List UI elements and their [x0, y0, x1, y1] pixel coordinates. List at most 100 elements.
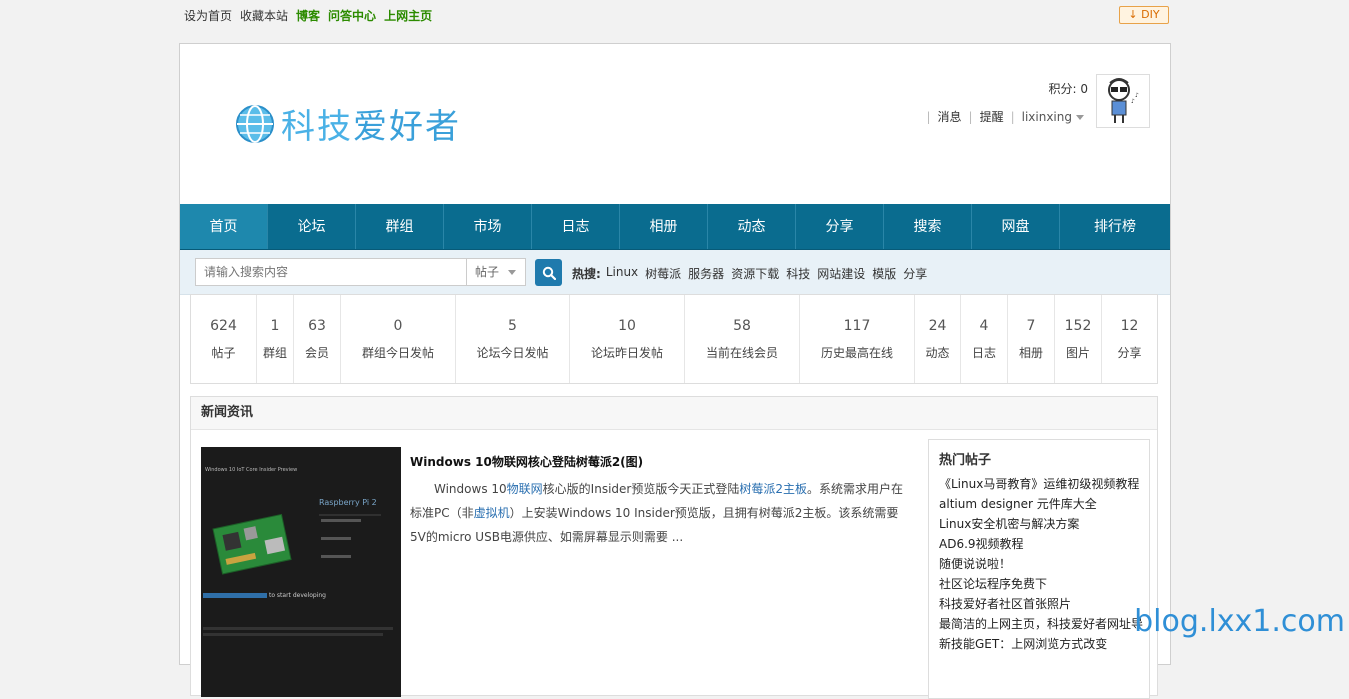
logo-text: 科技爱好者: [281, 99, 461, 148]
search-type-value: 帖子: [475, 265, 500, 279]
hot-term[interactable]: Linux: [606, 265, 638, 282]
image-cta: to start developing: [269, 592, 326, 599]
avatar[interactable]: ♪ ♪: [1096, 74, 1150, 128]
hot-term[interactable]: 模版: [872, 265, 896, 282]
stat-groups: 1 群组: [257, 295, 294, 383]
news-link-vm[interactable]: 虚拟机: [474, 506, 510, 520]
search-input[interactable]: [195, 258, 466, 286]
nav-netdisk[interactable]: 网盘: [972, 204, 1060, 249]
list-item[interactable]: AD6.9视频教程: [939, 534, 1149, 554]
stat-number: 5: [508, 317, 517, 334]
bookmark-link[interactable]: 收藏本站: [240, 7, 288, 24]
hot-term[interactable]: 服务器: [688, 265, 724, 282]
nav-feed[interactable]: 动态: [708, 204, 796, 249]
image-caption: Windows 10 IoT Core Insider Preview: [205, 467, 297, 473]
site-stats: 624 帖子 1 群组 63 会员 0 群组今日发帖 5 论坛今日发帖 10 论坛昨日发帖 …: [190, 294, 1158, 384]
news-text: 核心版的Insider预览版今天正式登陆: [542, 482, 740, 496]
hot-posts-title: 热门帖子: [939, 453, 992, 468]
stat-number: 4: [979, 317, 989, 334]
hot-term[interactable]: 分享: [903, 265, 927, 282]
hot-post-title: 《Linux马哥教育》运维初级视频教程: [939, 477, 1140, 491]
stat-label: 当前在线会员: [705, 345, 778, 360]
raspberry-pi-image: Windows 10 IoT Core Insider Preview Rasp…: [201, 447, 401, 697]
main-container: 科技爱好者 积分: 0 | 消息 | 提醒 | lixinxing ♪ ♪ 首页…: [179, 43, 1171, 699]
stat-label: 论坛昨日发帖: [590, 345, 663, 360]
list-item[interactable]: 最简洁的上网主页，科技爱好者网址导: [939, 614, 1149, 634]
set-homepage-link[interactable]: 设为首页: [184, 7, 232, 24]
hot-term[interactable]: 树莓派: [645, 265, 681, 282]
list-item[interactable]: 《Linux马哥教育》运维初级视频教程: [939, 474, 1149, 494]
hot-post-title: Linux安全机密与解决方案: [939, 517, 1080, 531]
nav-share[interactable]: 分享: [796, 204, 884, 249]
site-logo[interactable]: 科技爱好者: [235, 99, 461, 148]
stat-forum-yesterday: 10 论坛昨日发帖: [570, 295, 685, 383]
web-home-link[interactable]: 上网主页: [384, 7, 432, 24]
news-link-rpi2[interactable]: 树莓派2主板: [739, 482, 807, 496]
hot-posts-list: 《Linux马哥教育》运维初级视频教程 altium designer 元件库大…: [929, 474, 1149, 654]
nav-groups[interactable]: 群组: [356, 204, 444, 249]
stat-members: 63 会员: [294, 295, 341, 383]
messages-link[interactable]: 消息: [938, 108, 962, 125]
user-area: 积分: 0 | 消息 | 提醒 | lixinxing ♪ ♪: [850, 74, 1150, 134]
list-item[interactable]: 新技能GET：上网浏览方式改变: [939, 634, 1149, 654]
stat-shares: 12 分享: [1102, 295, 1157, 383]
hot-term[interactable]: 网站建设: [817, 265, 865, 282]
search-icon: [542, 266, 556, 280]
list-item[interactable]: altium designer 元件库大全: [939, 494, 1149, 514]
hot-post-title: 新技能GET：上网浏览方式改变: [939, 637, 1108, 651]
stat-number: 12: [1120, 317, 1139, 334]
hot-post-title: AD6.9视频教程: [939, 537, 1024, 551]
username-menu[interactable]: lixinxing: [1022, 110, 1084, 124]
nav-search[interactable]: 搜索: [884, 204, 972, 249]
top-links: 设为首页 收藏本站 博客 问答中心 上网主页: [184, 7, 432, 24]
nav-album[interactable]: 相册: [620, 204, 708, 249]
stat-number: 117: [843, 317, 871, 334]
search-button[interactable]: [535, 259, 562, 286]
nav-home[interactable]: 首页: [180, 204, 268, 249]
reminders-link[interactable]: 提醒: [980, 108, 1004, 125]
stat-label: 群组今日发帖: [361, 345, 434, 360]
score-text: 积分: 0: [1048, 82, 1089, 96]
news-panel: 新闻资讯 Windows 10 IoT Core Insider Preview…: [190, 396, 1158, 699]
nav-market[interactable]: 市场: [444, 204, 532, 249]
svg-text:♪: ♪: [1131, 98, 1135, 105]
nav-forum[interactable]: 论坛: [268, 204, 356, 249]
stat-label: 论坛今日发帖: [476, 345, 549, 360]
stat-number: 63: [308, 317, 326, 334]
nav-blog[interactable]: 日志: [532, 204, 620, 249]
separator: |: [926, 109, 931, 124]
diy-button[interactable]: ↓ DIY: [1119, 6, 1169, 24]
download-arrow-icon: ↓: [1128, 8, 1138, 21]
stat-label: 动态: [925, 345, 950, 360]
blog-link[interactable]: 博客: [296, 7, 320, 24]
stat-label: 群组: [262, 345, 287, 360]
news-text: Windows 10: [434, 482, 507, 496]
hot-term[interactable]: 资源下载: [731, 265, 779, 282]
nav-ranking[interactable]: 排行榜: [1060, 204, 1170, 249]
stat-number: 0: [393, 317, 403, 334]
stat-albums: 7 相册: [1008, 295, 1055, 383]
stat-label: 历史最高在线: [820, 345, 893, 360]
stat-forum-today: 5 论坛今日发帖: [456, 295, 570, 383]
stat-online-record: 117 历史最高在线: [800, 295, 915, 383]
stat-number: 624: [210, 317, 237, 334]
list-item[interactable]: 随便说说啦！: [939, 554, 1149, 574]
hot-post-title: 科技爱好者社区首张照片: [939, 597, 1072, 611]
list-item[interactable]: 科技爱好者社区首张照片: [939, 594, 1149, 614]
logo-text-b: 爱好者: [353, 107, 461, 147]
hot-post-title: 最简洁的上网主页，科技爱好者网址导: [939, 617, 1144, 631]
news-title-link[interactable]: Windows 10物联网核心登陆树莓派2(图): [410, 453, 643, 470]
stat-number: 1: [270, 317, 280, 334]
list-item[interactable]: Linux安全机密与解决方案: [939, 514, 1149, 534]
news-thumbnail[interactable]: Windows 10 IoT Core Insider Preview Rasp…: [201, 447, 401, 697]
list-item[interactable]: 社区论坛程序免费下: [939, 574, 1149, 594]
svg-text:♪: ♪: [1135, 92, 1139, 99]
search-type-select[interactable]: 帖子: [466, 258, 526, 286]
stat-number: 10: [618, 317, 636, 334]
stat-blogs: 4 日志: [961, 295, 1008, 383]
news-link-iot[interactable]: 物联网: [507, 482, 543, 496]
hot-term[interactable]: 科技: [786, 265, 810, 282]
qa-center-link[interactable]: 问答中心: [328, 7, 376, 24]
stat-number: 58: [733, 317, 751, 334]
separator: |: [1010, 109, 1015, 124]
